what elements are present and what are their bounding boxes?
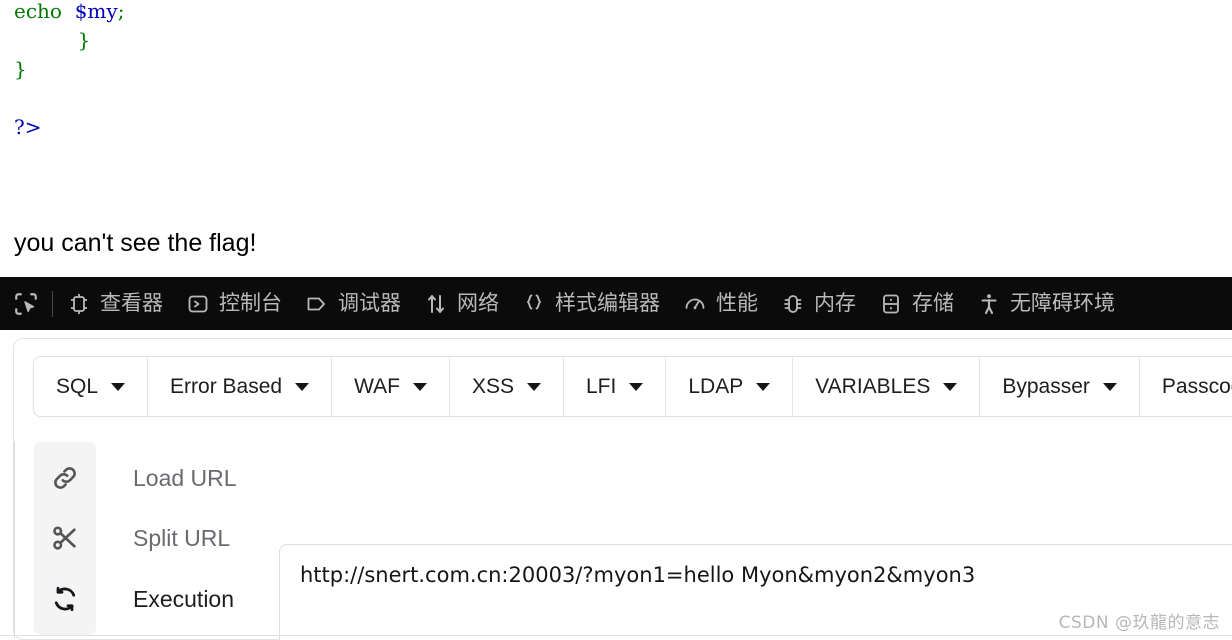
menu-label: LFI [586, 374, 617, 398]
chevron-down-icon [756, 382, 771, 391]
devtools-tab-label: 查看器 [100, 291, 163, 315]
chevron-down-icon [295, 382, 310, 391]
chevron-down-icon [111, 382, 126, 391]
code-token-brace-outer: } [14, 57, 27, 81]
devtools-tab-label: 内存 [814, 291, 856, 315]
hackbar-menu-xss[interactable]: XSS [449, 357, 564, 416]
chevron-down-icon [943, 382, 958, 391]
network-icon [423, 291, 449, 317]
chevron-down-icon [527, 382, 541, 391]
devtools-tab-style-editor[interactable]: 样式编辑器 [510, 277, 671, 330]
devtools-tab-label: 存储 [912, 291, 954, 315]
browser-page-content: echo $my; } } ?> you can't see the flag! [0, 0, 1232, 277]
hackbar-menu-lfi[interactable]: LFI [564, 357, 667, 416]
hackbar-menu-variables[interactable]: VARIABLES [793, 357, 981, 416]
hackbar-action-labels: Load URL Split URL Execution [109, 442, 269, 635]
devtools-tab-inspector[interactable]: 查看器 [55, 277, 174, 330]
menu-label: Error Based [170, 374, 283, 398]
menu-label: LDAP [688, 374, 744, 398]
menu-label: XSS [471, 374, 514, 398]
menu-label: Bypasser [1002, 374, 1090, 398]
code-token-php-close-tag: ?> [14, 115, 42, 139]
code-token-semicolon: ; [117, 0, 125, 23]
execution-button[interactable]: Execution [109, 584, 234, 614]
devtools-tab-performance[interactable]: 性能 [671, 277, 769, 330]
csdn-watermark: CSDN @玖龍的意志 [1058, 613, 1220, 633]
chevron-down-icon [629, 382, 644, 391]
accessibility-icon [976, 291, 1002, 317]
code-token-keyword: echo [14, 0, 62, 23]
devtools-tab-network[interactable]: 网络 [412, 277, 510, 330]
devtools-toolbar: 查看器 控制台 调试器 网络 样式编辑器 性能 内存 存储 无障碍环境 [0, 277, 1232, 330]
flag-message: you can't see the flag! [14, 229, 257, 257]
hackbar-body: Load URL Split URL Execution http://sner… [14, 434, 1232, 640]
vertical-divider [14, 442, 15, 638]
hackbar-menu-ldap[interactable]: LDAP [666, 357, 794, 416]
performance-icon [682, 291, 708, 317]
inspector-icon [66, 291, 92, 317]
element-picker-icon [13, 291, 39, 317]
menu-label: WAF [354, 374, 400, 398]
hackbar-menu-bypasser[interactable]: Bypasser [980, 357, 1140, 416]
hackbar-menu-error-based[interactable]: Error Based [148, 357, 333, 416]
toolbar-separator [52, 290, 53, 317]
devtools-tab-label: 无障碍环境 [1010, 291, 1115, 315]
devtools-tab-console[interactable]: 控制台 [174, 277, 293, 330]
console-icon [185, 291, 211, 317]
menu-label: Passcode [1161, 374, 1232, 398]
chevron-down-icon [412, 382, 427, 391]
hackbar-menu-sql[interactable]: SQL [34, 357, 149, 416]
memory-icon [780, 291, 806, 317]
devtools-tab-memory[interactable]: 内存 [769, 277, 867, 330]
menu-label: SQL [56, 374, 99, 398]
scissors-icon[interactable] [48, 521, 82, 555]
hackbar-container: SQL Error Based WAF XSS LFI LDAP VARIABL… [13, 338, 1232, 640]
hackbar-menu-passcode[interactable]: Passcode [1139, 357, 1232, 416]
hackbar-menu-waf[interactable]: WAF [332, 357, 450, 416]
menu-label: VARIABLES [815, 374, 931, 398]
devtools-tab-label: 网络 [457, 291, 499, 315]
hackbar-panel: SQL Error Based WAF XSS LFI LDAP VARIABL… [0, 330, 1232, 640]
element-picker-button[interactable] [0, 277, 52, 330]
devtools-tab-label: 调试器 [338, 291, 401, 315]
bottom-divider [0, 635, 1232, 636]
load-url-button[interactable]: Load URL [109, 463, 237, 493]
code-token-brace-inner: } [77, 28, 91, 52]
devtools-tab-label: 控制台 [219, 291, 282, 315]
devtools-tab-accessibility[interactable]: 无障碍环境 [965, 277, 1126, 330]
hackbar-menubar: SQL Error Based WAF XSS LFI LDAP VARIABL… [33, 356, 1232, 417]
style-editor-icon [521, 291, 547, 317]
devtools-tab-storage[interactable]: 存储 [867, 277, 965, 330]
refresh-icon[interactable] [48, 582, 82, 616]
devtools-tab-label: 性能 [716, 291, 758, 315]
link-icon[interactable] [48, 461, 82, 495]
debugger-icon [304, 291, 330, 317]
code-token-variable: $my [74, 0, 118, 23]
hackbar-action-icons [34, 442, 96, 635]
devtools-tab-label: 样式编辑器 [555, 291, 660, 315]
chevron-down-icon [1102, 382, 1117, 391]
php-source-code: echo $my; } } ?> [14, 0, 124, 142]
devtools-tab-debugger[interactable]: 调试器 [293, 277, 412, 330]
split-url-button[interactable]: Split URL [109, 523, 230, 553]
storage-icon [878, 291, 904, 317]
